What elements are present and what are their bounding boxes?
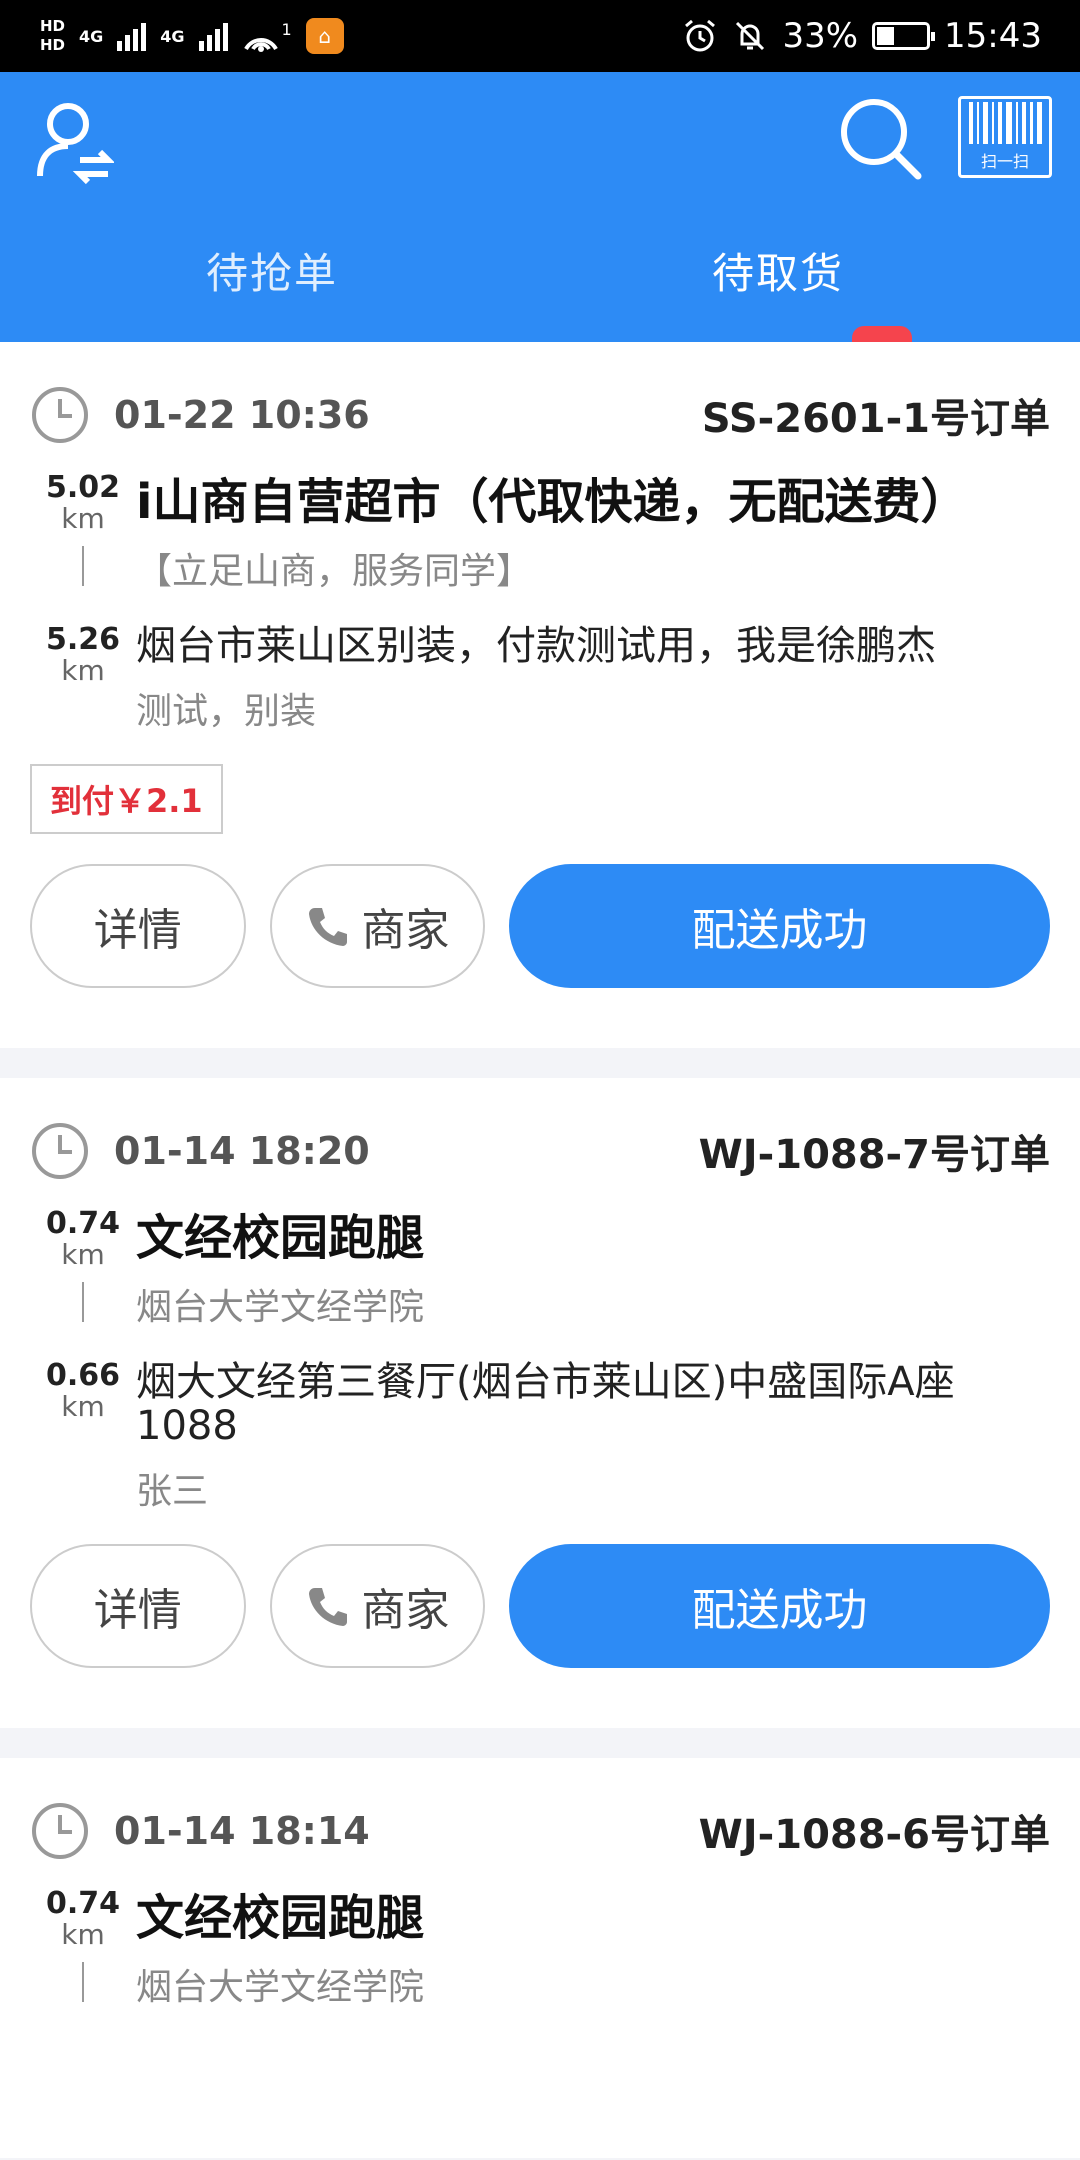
order-number: WJ-1088-6号订单 [698,1812,1050,1858]
route-connector [82,546,84,586]
alarm-icon [685,19,716,52]
route-connector [82,1282,84,1322]
scan-button[interactable]: 扫一扫 [958,96,1052,178]
recipient-name: 张三 [136,1471,209,1512]
barcode-icon [968,102,1042,144]
order-time: 01-22 10:36 [114,393,370,437]
pickup-distance-unit: km [61,502,105,535]
order-list: 01-22 10:36 SS-2601-1号订单 5.02 km i山商自营超市… [0,342,1080,2158]
signal-icon-2 [198,21,228,51]
user-switch-icon [37,103,116,185]
order-time-group: 01-14 18:14 [30,1801,370,1861]
order-number: SS-2601-1号订单 [701,396,1050,442]
call-merchant-button[interactable]: 商家 [269,864,486,988]
order-number: WJ-1088-7号订单 [698,1132,1050,1178]
dropoff-stop: 0.66 km 烟大文经第三餐厅(烟台市莱山区)中盛国际A座1088 张三 [30,1360,1050,1514]
pickup-distance: 0.74 km [30,1888,136,2010]
delivery-address: 烟大文经第三餐厅(烟台市莱山区)中盛国际A座1088 [136,1359,955,1449]
shop-name: 文经校园跑腿 [136,1890,425,1946]
delivery-success-button[interactable]: 配送成功 [509,1544,1050,1668]
network-type-2: 4G [160,26,185,46]
battery-percent: 33% [782,16,859,56]
merchant-button-label: 商家 [361,905,450,956]
shop-slogan: 烟台大学文经学院 [136,1287,425,1328]
order-time-group: 01-14 18:20 [30,1121,370,1181]
pickup-distance-value: 0.74 [45,1886,121,1921]
order-card: 01-14 18:14 WJ-1088-6号订单 0.74 km 文经校园跑腿 … [0,1758,1080,2158]
pickup-distance-value: 5.02 [45,470,121,505]
order-time: 01-14 18:20 [114,1129,370,1173]
clock-time: 15:43 [944,16,1042,56]
delivery-success-label: 配送成功 [691,1585,868,1636]
scan-label: 扫一扫 [980,152,1029,171]
pickup-stop: 0.74 km 文经校园跑腿 烟台大学文经学院 [30,1888,1050,2010]
delivery-success-label: 配送成功 [691,905,868,956]
clock-icon [32,1803,88,1859]
order-actions: 详情 商家 配送成功 [30,1514,1050,1728]
battery-icon [872,22,936,50]
dropoff-stop: 5.26 km 烟台市莱山区别装，付款测试用，我是徐鹏杰 测试，别装 [30,624,1050,734]
order-card: 01-22 10:36 SS-2601-1号订单 5.02 km i山商自营超市… [0,342,1080,1048]
pickup-distance: 0.74 km [30,1208,136,1330]
phone-icon [309,908,348,946]
network-type-1: 4G [79,26,104,46]
dropoff-distance-value: 0.66 [45,1358,121,1393]
shop-name: i山商自营超市（代取快递，无配送费） [136,474,969,530]
clock-icon [32,387,88,443]
mute-icon [736,21,765,51]
tab-pending-grab[interactable]: 待抢单 [206,240,338,301]
delivery-success-button[interactable]: 配送成功 [509,864,1050,988]
signal-icon [117,21,147,51]
status-bar: HD HD 4G 4G 1 ⌂ 33% 15:43 [0,0,1080,72]
pickup-distance: 5.02 km [30,472,136,594]
hotspot-icon [243,38,278,52]
app-notification-icon: ⌂ [305,18,344,54]
hd-label-1: HD [40,17,66,35]
status-bar-right: 33% 15:43 [682,16,1042,56]
user-switch-button[interactable] [34,96,116,190]
tab-pending-pickup[interactable]: 待取货 [712,240,844,301]
pickup-distance-unit: km [61,1918,105,1951]
detail-button[interactable]: 详情 [30,864,246,988]
route-connector [82,1962,84,2002]
dropoff-distance-unit: km [61,654,105,687]
pickup-distance-unit: km [61,1238,105,1271]
order-card: 01-14 18:20 WJ-1088-7号订单 0.74 km 文经校园跑腿 … [0,1078,1080,1728]
status-bar-left: HD HD 4G 4G 1 ⌂ [40,17,344,55]
call-merchant-button[interactable]: 商家 [269,1544,486,1668]
hotspot-count: 1 [281,19,292,39]
detail-button-label: 详情 [93,1585,182,1636]
app-header: 扫一扫 待抢单 待取货 11 [0,72,1080,384]
dropoff-distance-value: 5.26 [45,622,121,657]
dropoff-distance: 5.26 km [30,624,136,734]
order-header: 01-14 18:20 WJ-1088-7号订单 [30,1078,1050,1198]
order-header: 01-22 10:36 SS-2601-1号订单 [30,342,1050,462]
cod-badge: 到付￥2.1 [30,764,223,834]
dropoff-distance: 0.66 km [30,1360,136,1514]
search-button[interactable] [838,96,924,186]
tab-bar: 待抢单 待取货 11 [0,240,1080,384]
order-header: 01-14 18:14 WJ-1088-6号订单 [30,1758,1050,1878]
hd-indicator: HD HD [40,17,65,55]
pickup-distance-value: 0.74 [45,1206,121,1241]
hd-label-2: HD [40,36,66,54]
shop-slogan: 【立足山商，服务同学】 [136,551,533,592]
merchant-button-label: 商家 [361,1585,450,1636]
pickup-stop: 5.02 km i山商自营超市（代取快递，无配送费） 【立足山商，服务同学】 [30,472,1050,594]
recipient-note: 测试，别装 [136,691,317,732]
delivery-address: 烟台市莱山区别装，付款测试用，我是徐鹏杰 [136,623,936,669]
dropoff-distance-unit: km [61,1390,105,1423]
shop-slogan: 烟台大学文经学院 [136,1967,425,2008]
order-actions: 详情 商家 配送成功 [30,834,1050,1048]
order-time: 01-14 18:14 [114,1809,370,1853]
pickup-stop: 0.74 km 文经校园跑腿 烟台大学文经学院 [30,1208,1050,1330]
order-time-group: 01-22 10:36 [30,385,370,445]
detail-button[interactable]: 详情 [30,1544,246,1668]
clock-icon [32,1123,88,1179]
phone-icon [309,1588,348,1626]
shop-name: 文经校园跑腿 [136,1210,425,1266]
search-icon [841,99,922,180]
detail-button-label: 详情 [93,905,182,956]
